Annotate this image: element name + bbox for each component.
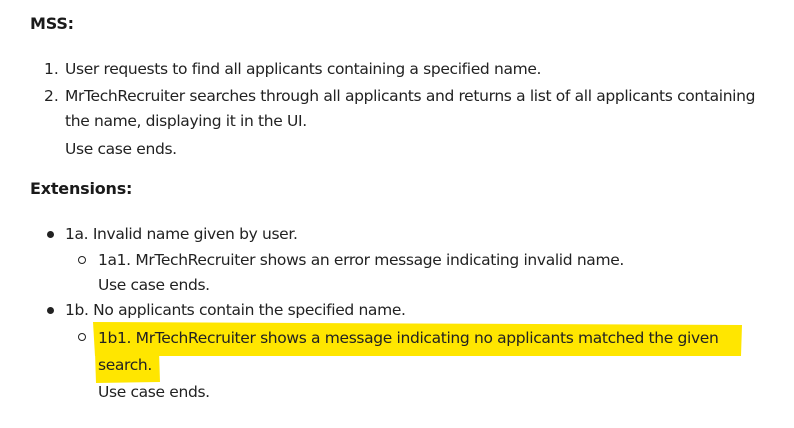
step-2-text-line1: MrTechRecruiter searches through all app… (65, 87, 756, 105)
step-1-text: User requests to find all applicants con… (65, 60, 542, 78)
step-2-text-line2: the name, displaying it in the UI. (65, 112, 307, 130)
bullet-circle-icon (78, 333, 86, 341)
mss-heading: MSS: (30, 14, 74, 33)
extension-1b-text: 1b. No applicants contain the specified … (65, 301, 406, 319)
extension-1a1-end: Use case ends. (98, 276, 210, 294)
step-2-end: Use case ends. (65, 140, 177, 158)
extensions-heading: Extensions: (30, 179, 133, 198)
bullet-disc-icon (47, 231, 54, 238)
step-2-number: 2. (44, 87, 59, 105)
bullet-circle-icon (78, 256, 86, 264)
extension-1b1-text-line1: 1b1. MrTechRecruiter shows a message ind… (98, 329, 719, 347)
extension-1b1-text-line2: search. (98, 356, 152, 374)
step-1-number: 1. (44, 60, 59, 78)
extension-1b1-end: Use case ends. (98, 383, 210, 401)
bullet-disc-icon (47, 307, 54, 314)
document-page: MSS: 1. User requests to find all applic… (0, 0, 794, 428)
extension-1a1-text: 1a1. MrTechRecruiter shows an error mess… (98, 251, 624, 269)
extension-1a-text: 1a. Invalid name given by user. (65, 225, 298, 243)
